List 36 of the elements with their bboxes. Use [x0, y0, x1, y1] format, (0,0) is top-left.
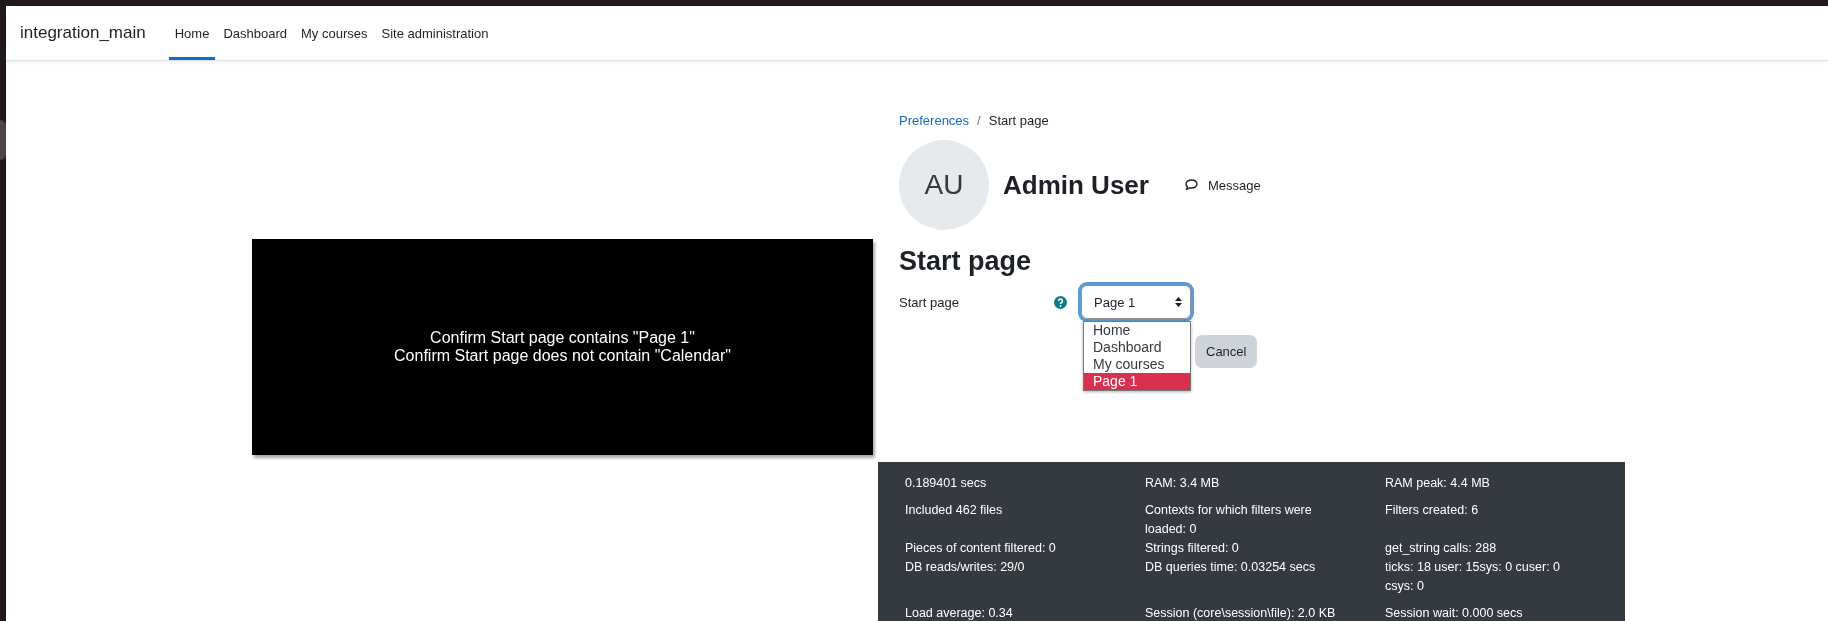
overlay-text: Confirm Start page does not contain "Calendar" — [394, 347, 731, 365]
overlay-text: Confirm Start page contains "Page 1" — [430, 329, 695, 347]
breadcrumb-link[interactable]: Preferences — [899, 113, 970, 128]
breadcrumb-current: Start page — [988, 113, 1049, 128]
dropdown-option[interactable]: Home — [1084, 322, 1190, 339]
performance-stat: ticks: 18 user: 15sys: 0 cuser: 0 csys: 0 — [1385, 559, 1562, 595]
dropdown-option[interactable]: Dashboard — [1084, 339, 1190, 356]
site-name[interactable]: integration_main — [20, 6, 146, 60]
avatar: AU — [899, 140, 989, 230]
performance-stat: Session wait: 0.000 secs — [1385, 605, 1524, 621]
breadcrumb-separator: / — [977, 113, 981, 128]
user-name: Admin User — [1003, 169, 1149, 201]
field-label: Start page — [899, 294, 960, 310]
performance-stat: Included 462 files — [905, 502, 1004, 519]
performance-stat: Load average: 0.34 — [905, 605, 1014, 621]
performance-stat: get_string calls: 288 — [1385, 540, 1498, 557]
nav-tab[interactable]: Home — [168, 6, 216, 60]
start-page-select[interactable]: Page 1 — [1081, 285, 1191, 319]
page-heading: Start page — [899, 246, 1033, 277]
performance-stat: DB queries time: 0.03254 secs — [1145, 559, 1317, 576]
performance-stat: Filters created: 6 — [1385, 502, 1480, 519]
performance-stat: RAM: 3.4 MB — [1145, 475, 1221, 492]
nav-tab[interactable]: My courses — [295, 6, 374, 60]
message-link[interactable]: Message — [1184, 177, 1261, 193]
cancel-button[interactable]: Cancel — [1195, 335, 1258, 368]
performance-stat: Strings filtered: 0 — [1145, 540, 1240, 557]
dropdown-option[interactable]: My courses — [1084, 356, 1190, 373]
performance-stat: RAM peak: 4.4 MB — [1385, 475, 1491, 492]
dropdown-option[interactable]: Page 1 — [1084, 373, 1190, 390]
performance-stat: Session (core\session\file): 2.0 KB — [1145, 605, 1337, 621]
performance-stat: DB reads/writes: 29/0 — [905, 559, 1026, 576]
nav-tab[interactable]: Site administration — [375, 6, 495, 60]
performance-stat: Pieces of content filtered: 0 — [905, 540, 1057, 557]
performance-stat: Contexts for which filters were loaded: 0 — [1145, 502, 1313, 538]
nav-tab[interactable]: Dashboard — [217, 6, 293, 60]
performance-stat: 0.189401 secs — [905, 475, 988, 492]
